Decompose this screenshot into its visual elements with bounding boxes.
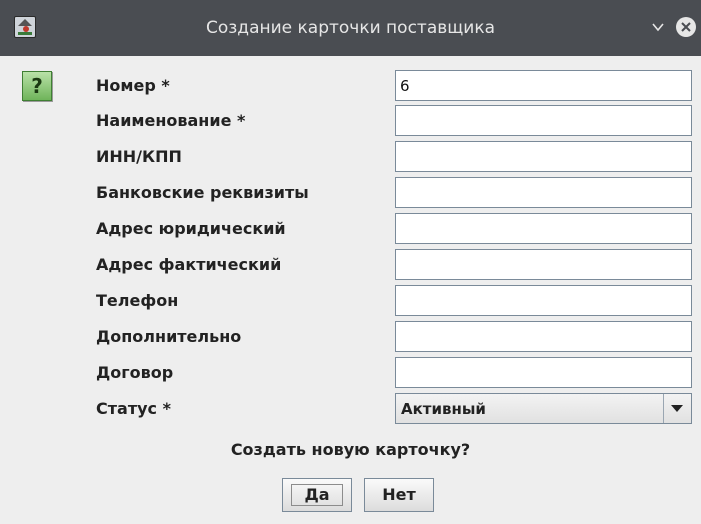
chevron-down-icon[interactable] — [663, 394, 691, 423]
supplier-card-dialog: Создание карточки поставщика ? Номер * Н… — [0, 0, 701, 524]
field-label: Договор — [96, 363, 174, 382]
chevron-down-icon[interactable] — [651, 20, 665, 34]
phone-field[interactable] — [395, 285, 692, 316]
window-title: Создание карточки поставщика — [206, 18, 495, 38]
status-selected-value: Активный — [401, 400, 486, 418]
inn-kpp-field[interactable] — [395, 141, 692, 172]
bank-details-field[interactable] — [395, 177, 692, 208]
title-bar[interactable]: Создание карточки поставщика — [0, 0, 701, 56]
confirm-question: Создать новую карточку? — [230, 440, 471, 459]
field-label: ИНН/КПП — [96, 147, 182, 166]
contract-field[interactable] — [395, 357, 692, 388]
form-row-inn-kpp: ИНН/КПП — [0, 139, 701, 173]
form-row-legal-address: Адрес юридический — [0, 211, 701, 245]
yes-button[interactable]: Да — [282, 478, 352, 512]
field-label: Наименование * — [96, 111, 246, 130]
form-row-name: Наименование * — [0, 103, 701, 137]
actual-address-field[interactable] — [395, 249, 692, 280]
field-label: Номер * — [96, 76, 170, 95]
close-circle-icon[interactable] — [675, 16, 697, 38]
form-row-additional: Дополнительно — [0, 319, 701, 353]
field-label: Адрес фактический — [96, 255, 282, 274]
number-field[interactable] — [395, 70, 692, 101]
form-row-contract: Договор — [0, 355, 701, 389]
field-label: Адрес юридический — [96, 219, 286, 238]
form-row-number: Номер * — [0, 68, 701, 102]
form-row-status: Статус * Активный — [0, 391, 701, 425]
field-label: Банковские реквизиты — [96, 183, 309, 202]
additional-field[interactable] — [395, 321, 692, 352]
field-label: Дополнительно — [96, 327, 242, 346]
focus-ring — [291, 484, 343, 506]
form-row-phone: Телефон — [0, 283, 701, 317]
legal-address-field[interactable] — [395, 213, 692, 244]
status-select[interactable]: Активный — [395, 393, 692, 424]
field-label: Статус * — [96, 399, 171, 418]
no-button-label: Нет — [382, 485, 416, 504]
field-label: Телефон — [96, 291, 179, 310]
no-button[interactable]: Нет — [364, 478, 434, 512]
form-row-bank-details: Банковские реквизиты — [0, 175, 701, 209]
form-row-actual-address: Адрес фактический — [0, 247, 701, 281]
name-field[interactable] — [395, 105, 692, 136]
